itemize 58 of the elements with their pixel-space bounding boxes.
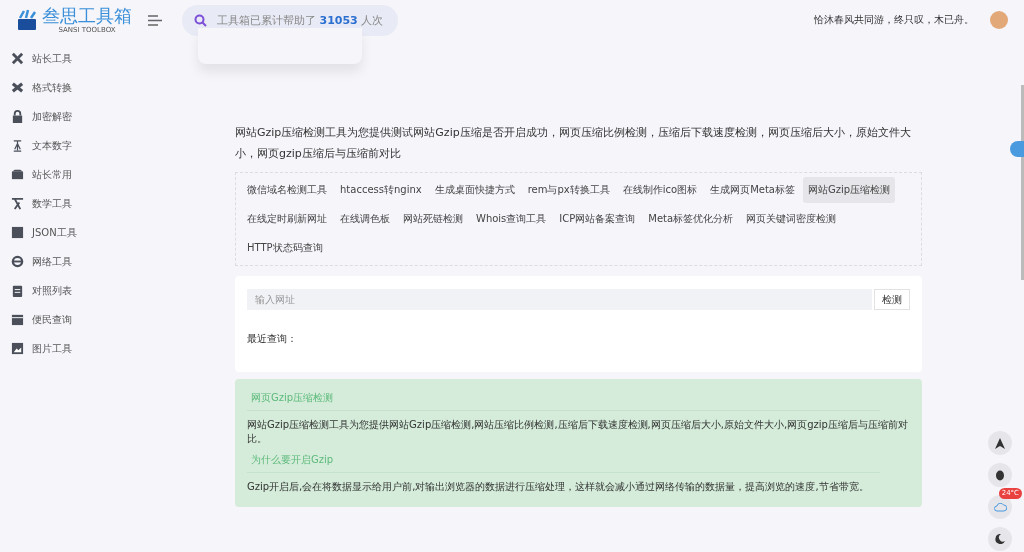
box-icon — [11, 168, 24, 181]
check-button[interactable]: 检测 — [874, 289, 910, 310]
tool-tab[interactable]: HTTP状态码查询 — [242, 235, 328, 261]
logo-title: 叁思工具箱 — [42, 6, 132, 26]
scrollbar[interactable] — [1021, 85, 1024, 280]
search-text: 工具箱已累计帮助了 31053 人次 — [217, 12, 384, 28]
float-button[interactable] — [988, 431, 1012, 455]
sidebar-item[interactable]: 格式转换 — [0, 73, 160, 102]
float-button[interactable] — [988, 527, 1012, 551]
intro-text: 网站Gzip压缩检测工具为您提供测试网站Gzip压缩是否开启成功，网页压缩比例检测，压缩后下载速度检测，网页压缩后大小，原始文件大小，网页gzip压缩后与压缩前对比 — [235, 125, 912, 162]
toolbox-logo-icon — [16, 9, 38, 31]
float-button[interactable] — [988, 463, 1012, 487]
moon-icon — [995, 534, 1005, 544]
tool-tab[interactable]: ICP网站备案查询 — [554, 206, 641, 232]
info-title: 为什么要开启Gzip — [247, 449, 880, 473]
math-icon — [11, 197, 24, 210]
calendar-icon — [11, 313, 24, 326]
command-tab[interactable] — [1010, 141, 1024, 157]
tool-tab[interactable]: 微信域名检测工具 — [242, 177, 332, 203]
info-text: Gzip开启后,会在将数据显示给用户前,对输出浏览器的数据进行压缩处理，这样就会减小通过网络传输的数据量，提高浏览的速度,节省带宽。 — [247, 480, 870, 494]
motto-text: 恰沐春风共同游，终只叹，木已舟。 — [814, 13, 974, 27]
tool-tab[interactable]: 在线调色板 — [335, 206, 395, 232]
globe-icon — [11, 255, 24, 268]
image-icon — [11, 342, 24, 355]
cross-icon — [11, 81, 24, 94]
sidebar-item[interactable]: 网络工具 — [0, 247, 160, 276]
sidebar-item[interactable]: 对照列表 — [0, 276, 160, 305]
tools-icon — [11, 52, 24, 65]
sidebar-item[interactable]: JSON工具 — [0, 218, 160, 247]
sidebar-item[interactable]: 便民查询 — [0, 305, 160, 334]
text-icon — [11, 139, 24, 152]
info-title: 网页Gzip压缩检测 — [247, 387, 880, 411]
tool-tab[interactable]: Whois查询工具 — [471, 206, 552, 232]
tool-tab[interactable]: 网站Gzip压缩检测 — [803, 177, 896, 203]
search-icon — [194, 13, 207, 27]
recent-label: 最近查询： — [247, 332, 298, 346]
tool-tab[interactable]: 网页关键词密度检测 — [741, 206, 842, 232]
clipboard-icon — [11, 284, 24, 297]
tool-tab[interactable]: rem与px转换工具 — [522, 177, 615, 203]
lock-icon — [11, 110, 24, 123]
menu-icon[interactable] — [148, 14, 162, 26]
tool-tab[interactable]: htaccess转nginx — [335, 177, 427, 203]
navigation-arrow-icon — [995, 437, 1005, 449]
tool-tab[interactable]: 生成桌面快捷方式 — [429, 177, 520, 203]
url-input[interactable]: 输入网址 — [247, 289, 872, 310]
cloud-icon — [993, 502, 1007, 512]
sidebar-item[interactable]: 加密解密 — [0, 102, 160, 131]
sidebar-item[interactable]: 数学工具 — [0, 189, 160, 218]
tool-tab[interactable]: Meta标签优化分析 — [643, 206, 739, 232]
info-text: 网站Gzip压缩检测工具为您提供网站Gzip压缩检测,网站压缩比例检测,压缩后下载速度检测,网页压缩后大小,原始文件大小,网页gzip压缩后与压缩前对比。 — [247, 418, 909, 446]
sidebar-item[interactable]: 站长工具 — [0, 44, 160, 73]
sidebar-item[interactable]: 文本数字 — [0, 131, 160, 160]
tool-tab[interactable]: 在线定时刷新网址 — [242, 206, 332, 232]
sidebar-item[interactable]: 图片工具 — [0, 334, 160, 363]
sidebar-item[interactable]: 站长常用 — [0, 160, 160, 189]
tool-tab[interactable]: 网站死链检测 — [398, 206, 468, 232]
tool-tab[interactable]: 在线制作ico图标 — [617, 177, 703, 203]
tool-tab[interactable]: 生成网页Meta标签 — [705, 177, 800, 203]
